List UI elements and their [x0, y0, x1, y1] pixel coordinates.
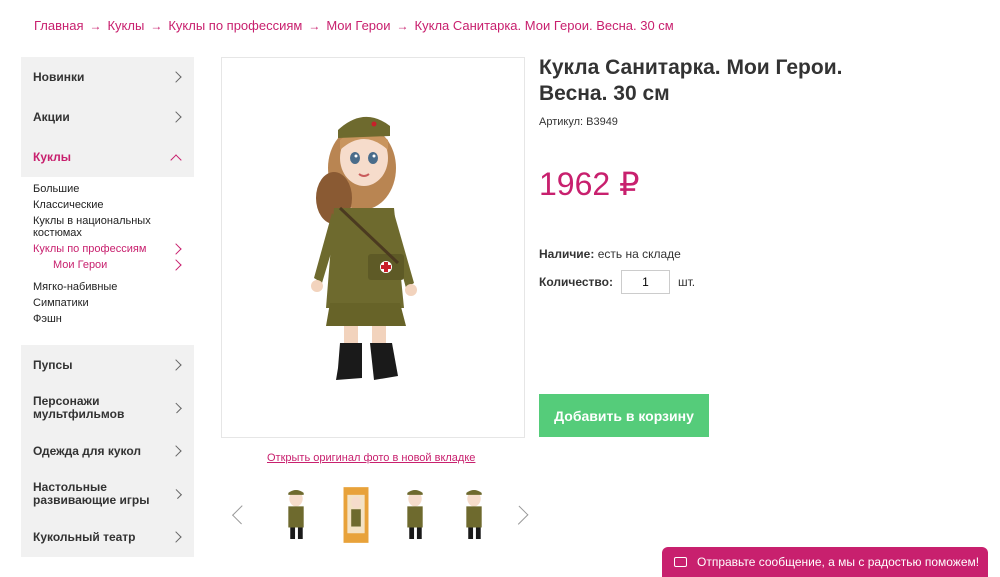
availability-value: есть на складе	[597, 247, 681, 261]
breadcrumb-dolls[interactable]: Куклы	[107, 18, 144, 33]
product-price: 1962 ₽	[539, 166, 640, 202]
availability-label: Наличие:	[539, 247, 595, 261]
quantity-label: Количество:	[539, 275, 613, 289]
sidebar-item-kukly[interactable]: Куклы	[21, 137, 194, 177]
breadcrumb-current[interactable]: Кукла Санитарка. Мои Герои. Весна. 30 см	[415, 18, 674, 33]
arrow-right-icon: →	[89, 18, 102, 33]
breadcrumb: Главная → Куклы → Куклы по профессиям → …	[34, 18, 674, 33]
quantity-input[interactable]	[620, 270, 670, 294]
arrow-right-icon: →	[150, 18, 163, 33]
sidebar-item-nastolnye[interactable]: Настольные развивающие игры	[21, 471, 194, 517]
chevron-right-icon	[170, 531, 182, 543]
submenu-item-bolshie[interactable]: Большие	[33, 181, 194, 197]
chevron-right-icon	[170, 445, 182, 457]
sidebar-item-label: Пупсы	[33, 357, 73, 372]
breadcrumb-heroes[interactable]: Мои Герои	[326, 18, 390, 33]
sidebar-item-odezhda[interactable]: Одежда для кукол	[21, 431, 194, 471]
category-sidebar: Новинки Акции Куклы Большие Классические…	[21, 57, 194, 557]
chevron-right-icon	[170, 259, 182, 271]
thumbnail-4[interactable]	[450, 484, 498, 546]
sidebar-item-novinki[interactable]: Новинки	[21, 57, 194, 97]
submenu-item-professii[interactable]: Куклы по профессиям	[33, 241, 194, 257]
chevron-right-icon	[170, 359, 182, 371]
chat-label: Отправьте сообщение, а мы с радостью пом…	[697, 555, 980, 569]
submenu-item-label: Куклы по профессиям	[33, 243, 147, 255]
breadcrumb-home[interactable]: Главная	[34, 18, 83, 33]
sidebar-submenu: Большие Классические Куклы в национальны…	[21, 177, 194, 335]
sidebar-item-label: Куклы	[33, 149, 72, 164]
sidebar-item-label: Одежда для кукол	[33, 443, 142, 458]
doll-image	[311, 116, 417, 380]
sidebar-item-label: Персонажи мультфильмов	[33, 394, 125, 421]
thumbnail-3[interactable]	[391, 484, 439, 546]
submenu-item-klassicheskie[interactable]: Классические	[33, 197, 194, 213]
availability: Наличие: есть на складе	[539, 247, 681, 261]
chat-widget[interactable]: Отправьте сообщение, а мы с радостью пом…	[662, 547, 988, 577]
submenu-item-myagko[interactable]: Мягко-набивные	[33, 279, 194, 295]
submenu-item-feshn[interactable]: Фэшн	[33, 311, 194, 327]
add-to-cart-button[interactable]: Добавить в корзину	[539, 394, 709, 437]
chevron-up-icon	[170, 153, 182, 166]
thumbnail-1[interactable]	[272, 484, 320, 546]
thumbnail-2[interactable]	[332, 484, 380, 546]
quantity-row: Количество: шт.	[539, 270, 695, 294]
chevron-right-icon	[170, 243, 182, 255]
arrow-right-icon: →	[308, 18, 321, 33]
breadcrumb-professions[interactable]: Куклы по профессиям	[168, 18, 302, 33]
sidebar-item-akcii[interactable]: Акции	[21, 97, 194, 137]
mail-icon	[674, 557, 687, 567]
chevron-right-icon	[170, 111, 182, 123]
sidebar-item-label: Новинки	[33, 69, 85, 84]
sidebar-item-label: Настольные развивающие игры	[33, 480, 150, 507]
sidebar-item-teatr[interactable]: Кукольный театр	[21, 517, 194, 557]
product-sku: Артикул: В3949	[539, 116, 618, 128]
submenu-item-simpatiki[interactable]: Симпатики	[33, 295, 194, 311]
chevron-right-icon	[170, 71, 182, 83]
arrow-right-icon: →	[396, 18, 409, 33]
sidebar-item-pupsy[interactable]: Пупсы	[21, 345, 194, 385]
chevron-right-icon[interactable]	[508, 505, 529, 525]
submenu-item-moi-geroi[interactable]: Мои Герои	[33, 257, 194, 273]
sidebar-item-personazhi[interactable]: Персонажи мультфильмов	[21, 385, 194, 431]
product-title: Кукла Санитарка. Мои Герои. Весна. 30 см	[539, 56, 843, 105]
chevron-left-icon[interactable]	[232, 505, 252, 525]
submenu-item-label: Мои Герои	[53, 259, 108, 271]
sidebar-item-label: Акции	[33, 109, 70, 124]
photo-thumbnails	[225, 480, 529, 550]
quantity-unit: шт.	[677, 275, 696, 289]
sidebar-item-label: Кукольный театр	[33, 529, 136, 544]
product-photo[interactable]	[221, 57, 525, 438]
submenu-item-nacionalnye[interactable]: Куклы в национальных костюмах	[33, 213, 194, 241]
open-original-photo-link[interactable]: Открыть оригинал фото в новой вкладке	[267, 452, 475, 464]
